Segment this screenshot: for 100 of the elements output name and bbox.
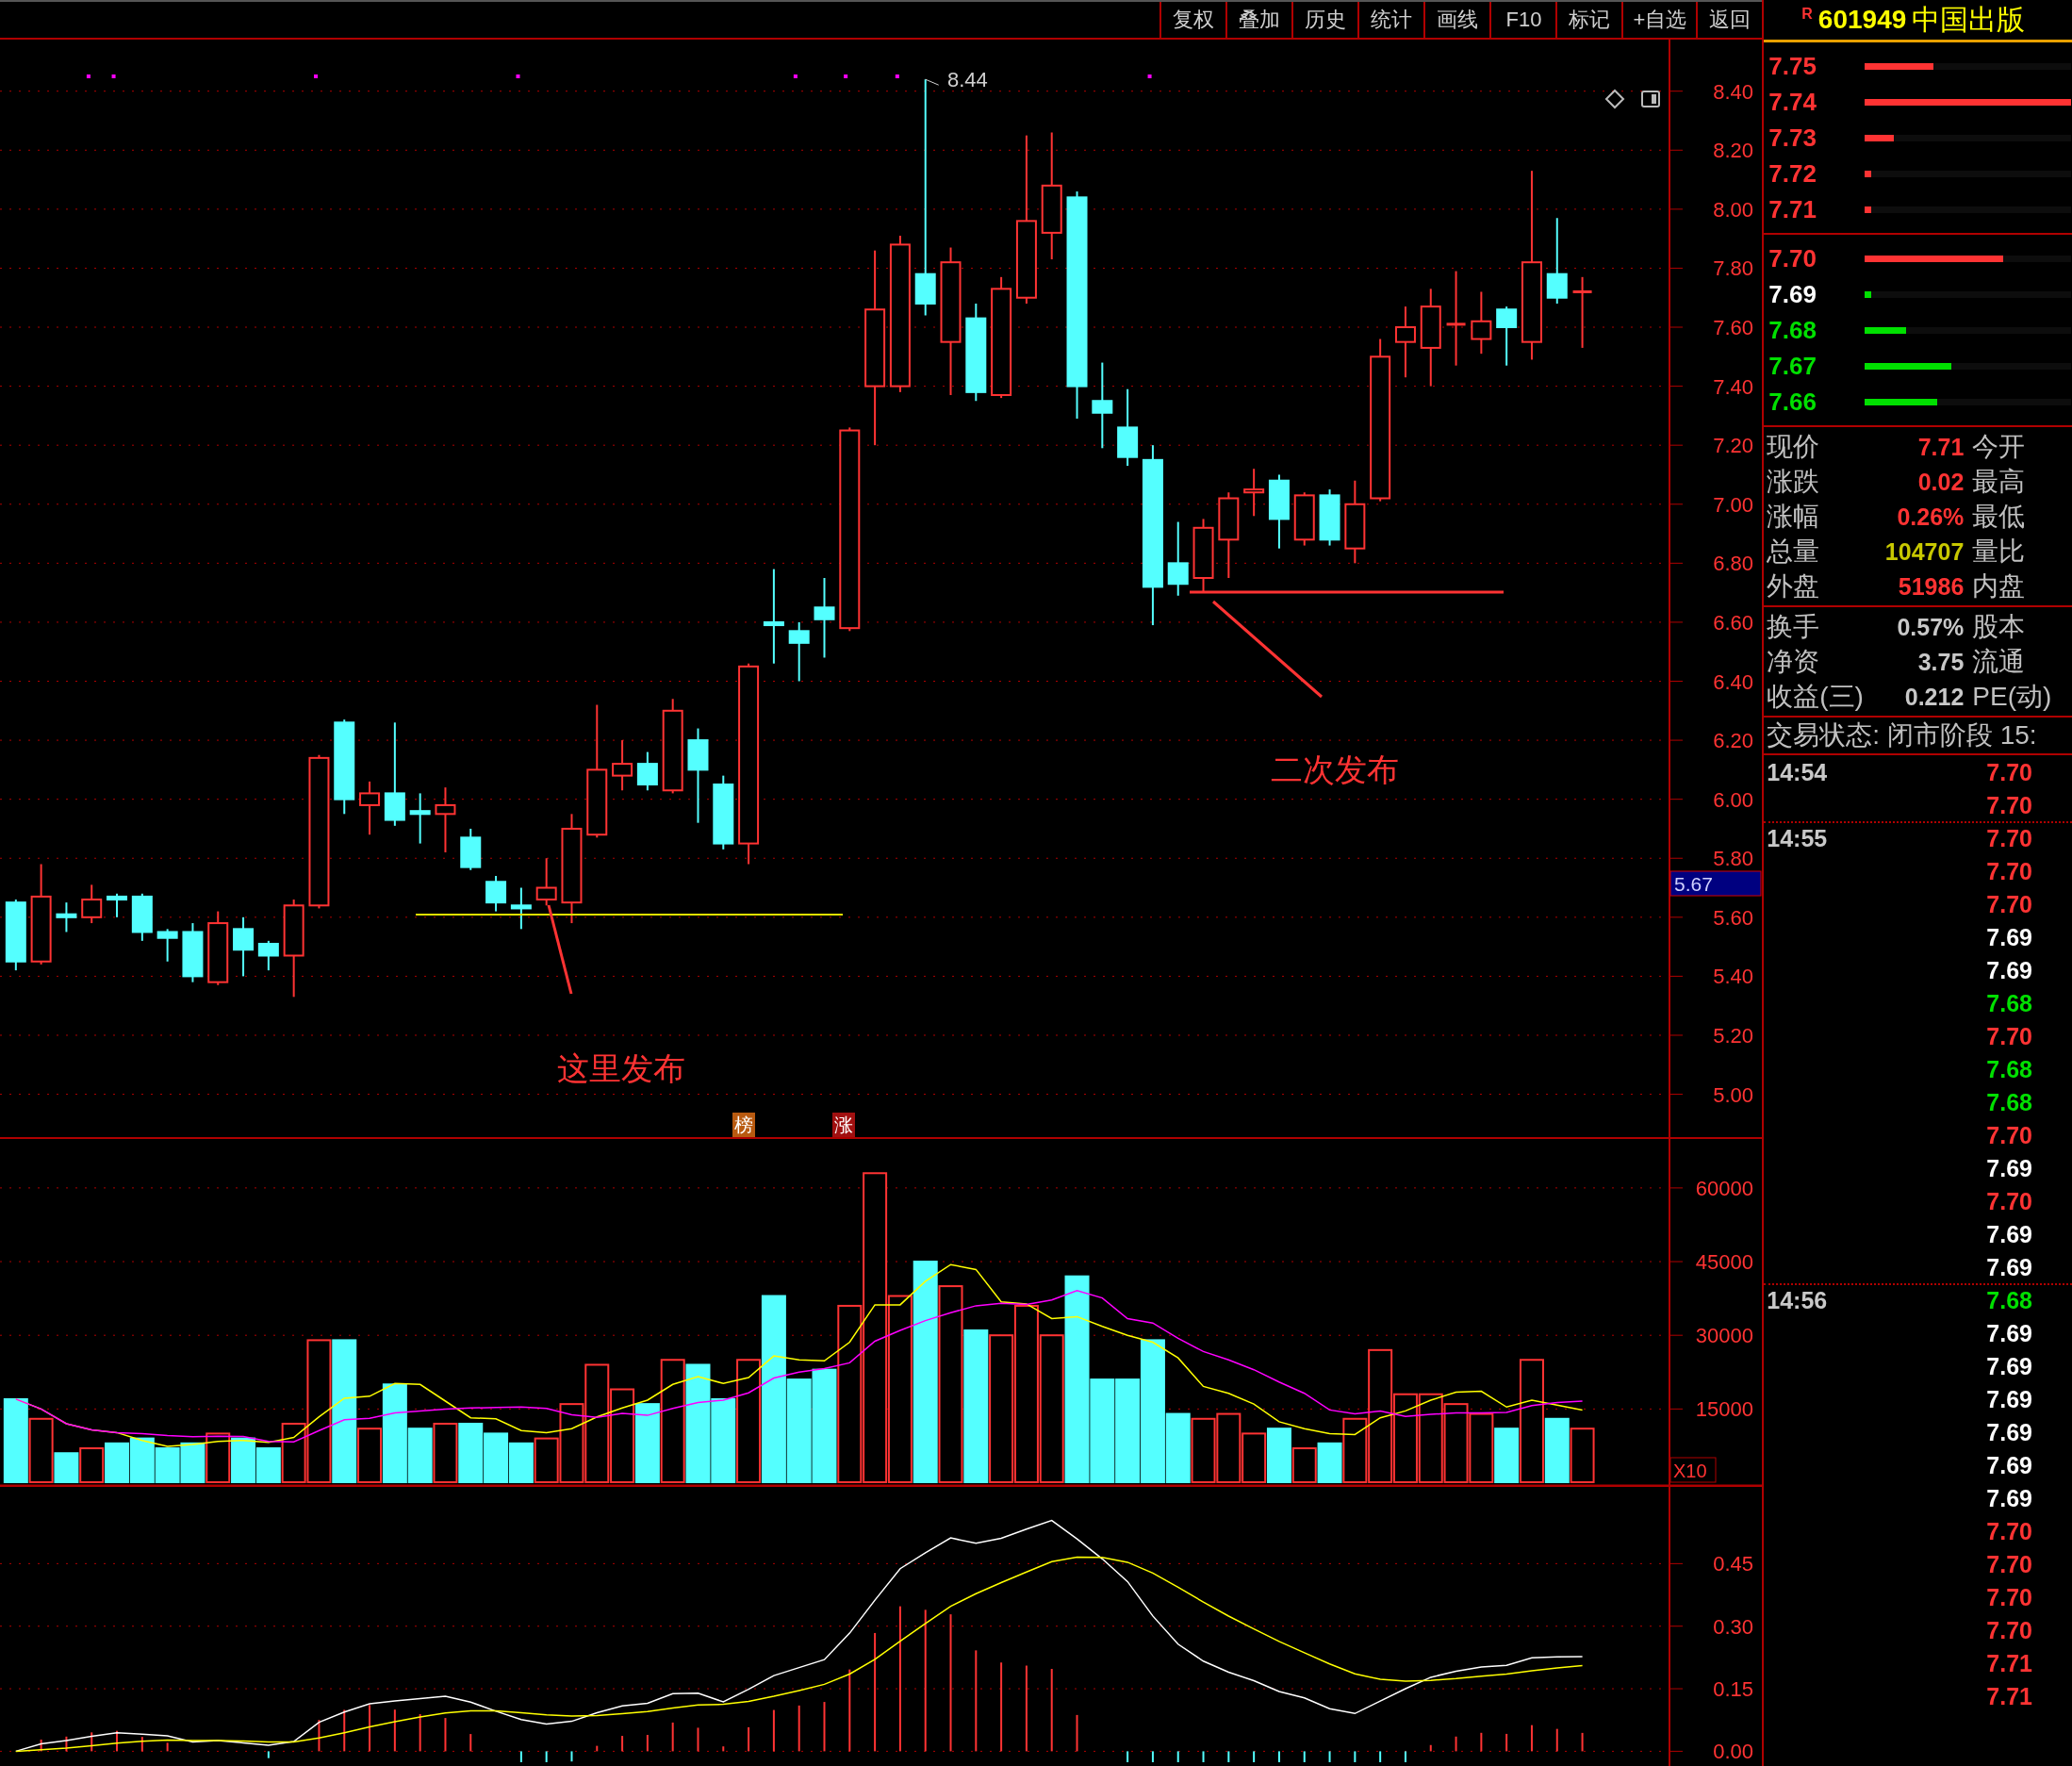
stat-label: 现价 <box>1766 431 1821 463</box>
tick-price: 7.70 <box>1985 1518 2032 1545</box>
tick-price: 7.68 <box>1985 1287 2032 1314</box>
axis-label: 60000 <box>1695 1176 1753 1200</box>
tick-price: 7.70 <box>1985 792 2032 819</box>
stat-label: 外盘 <box>1766 570 1821 602</box>
axis-label: 0.00 <box>1713 1740 1753 1764</box>
stat-label: 今开 <box>1971 431 2027 463</box>
tick-price: 7.69 <box>1985 1419 2032 1446</box>
stat-value: 104707 <box>1883 537 1965 566</box>
tick-price: 7.70 <box>1985 1188 2032 1215</box>
axis-label: 5.80 <box>1713 847 1753 871</box>
event-badge[interactable]: 涨 <box>832 1113 855 1137</box>
tick-price: 7.69 <box>1985 1254 2032 1281</box>
tick-price: 7.69 <box>1985 1320 2032 1347</box>
stat-label: 总量 <box>1766 536 1821 568</box>
tick-price: 7.69 <box>1985 1353 2032 1380</box>
tick-price: 7.69 <box>1985 957 2032 984</box>
stat-label: 最低 <box>1971 501 2027 533</box>
event-badge[interactable]: 榜 <box>732 1113 755 1137</box>
order-price: 7.72 <box>1768 158 1817 189</box>
tick-price: 7.70 <box>1985 1551 2032 1578</box>
tick-price: 7.70 <box>1985 759 2032 786</box>
stat-label: 量比 <box>1971 536 2027 568</box>
stat-label: 内盘 <box>1971 570 2027 602</box>
axis-label: 6.00 <box>1713 787 1753 812</box>
tick-price: 7.68 <box>1985 1089 2032 1116</box>
tick-price: 7.70 <box>1985 1617 2032 1644</box>
stat-value: 3.75 <box>1916 648 1965 676</box>
axis-label: 7.60 <box>1713 316 1753 339</box>
tick-price: 7.69 <box>1985 1386 2032 1413</box>
stat-label: 股本 <box>1971 611 2027 643</box>
axis-label: 8.40 <box>1713 79 1753 104</box>
axis-label: 6.80 <box>1713 552 1753 576</box>
tick-time: 14:54 <box>1766 759 1828 785</box>
tick-price: 7.68 <box>1985 1056 2032 1083</box>
annotation-text: 二次发布 <box>1271 751 1399 787</box>
stock-prefix: R <box>1801 6 1813 23</box>
axis-label: 0.15 <box>1713 1677 1753 1702</box>
stat-value: 0.212 <box>1903 683 1965 711</box>
stat-label: 最高 <box>1971 466 2027 498</box>
axis-label: 5.20 <box>1713 1024 1753 1048</box>
tick-price: 7.70 <box>1985 1584 2032 1611</box>
tick-price: 7.69 <box>1985 1221 2032 1248</box>
order-price: 7.75 <box>1768 51 1817 81</box>
tick-price: 7.70 <box>1985 1023 2032 1050</box>
tick-price: 7.70 <box>1985 891 2032 918</box>
axis-label: 7.20 <box>1713 434 1753 458</box>
axis-label: 15000 <box>1695 1397 1753 1422</box>
tick-price: 7.68 <box>1985 990 2032 1017</box>
tick-price: 7.69 <box>1985 924 2032 951</box>
tick-price: 7.70 <box>1985 858 2032 885</box>
stat-value: 0.26% <box>1896 503 1965 531</box>
stat-label: 涨幅 <box>1766 501 1821 533</box>
stock-name: 中国出版 <box>1912 2 2026 37</box>
stat-label: 流通 <box>1971 646 2027 678</box>
order-price: 7.66 <box>1768 387 1817 417</box>
stat-value: 0.02 <box>1916 468 1965 496</box>
stat-value: 51986 <box>1897 572 1965 601</box>
tick-price: 7.71 <box>1985 1683 2032 1710</box>
axis-label: 6.40 <box>1713 669 1753 694</box>
annotation-text: 这里发布 <box>557 1050 685 1086</box>
axis-label: 8.20 <box>1713 139 1753 163</box>
unit-tag: X10 <box>1669 1457 1717 1483</box>
tick-price: 7.69 <box>1985 1485 2032 1512</box>
axis-label: 0.30 <box>1713 1614 1753 1639</box>
tick-price: 7.69 <box>1985 1155 2032 1182</box>
axis-label: 8.00 <box>1713 197 1753 222</box>
axis-label: 5.40 <box>1713 965 1753 989</box>
axis-label: 5.00 <box>1713 1082 1753 1107</box>
axis-label: 7.40 <box>1713 374 1753 399</box>
stat-label: 换手 <box>1766 611 1821 643</box>
axis-label: 6.60 <box>1713 610 1753 635</box>
tick-price: 7.70 <box>1985 1122 2032 1149</box>
axis-label: 30000 <box>1695 1324 1753 1348</box>
order-price: 7.73 <box>1768 123 1817 153</box>
axis-label: 0.45 <box>1713 1552 1753 1576</box>
stat-value: 7.71 <box>1916 433 1965 461</box>
order-price: 7.70 <box>1768 243 1817 273</box>
axis-label: 7.00 <box>1713 492 1753 517</box>
tick-price: 7.70 <box>1985 825 2032 852</box>
axis-label: 6.20 <box>1713 729 1753 753</box>
tick-time: 14:55 <box>1766 825 1828 851</box>
order-price: 7.68 <box>1768 315 1817 345</box>
stat-label: 涨跌 <box>1766 466 1821 498</box>
order-price: 7.71 <box>1768 194 1817 224</box>
order-price: 7.74 <box>1768 87 1817 117</box>
tick-price: 7.71 <box>1985 1650 2032 1677</box>
stock-code: 601949 <box>1817 5 1907 35</box>
current-price-text: 5.67 <box>1674 873 1713 895</box>
tick-price: 7.69 <box>1985 1452 2032 1479</box>
tick-time: 14:56 <box>1766 1287 1828 1313</box>
stat-value: 0.57% <box>1896 613 1965 641</box>
order-price: 7.69 <box>1768 279 1817 309</box>
axis-label: 5.60 <box>1713 905 1753 930</box>
trading-status: 交易状态: 闭市阶段 15: <box>1764 718 2072 755</box>
order-price: 7.67 <box>1768 351 1817 381</box>
high-price-label: 8.44 <box>947 68 988 92</box>
stat-label: PE(动) <box>1971 681 2053 713</box>
axis-label: 7.80 <box>1713 256 1753 281</box>
